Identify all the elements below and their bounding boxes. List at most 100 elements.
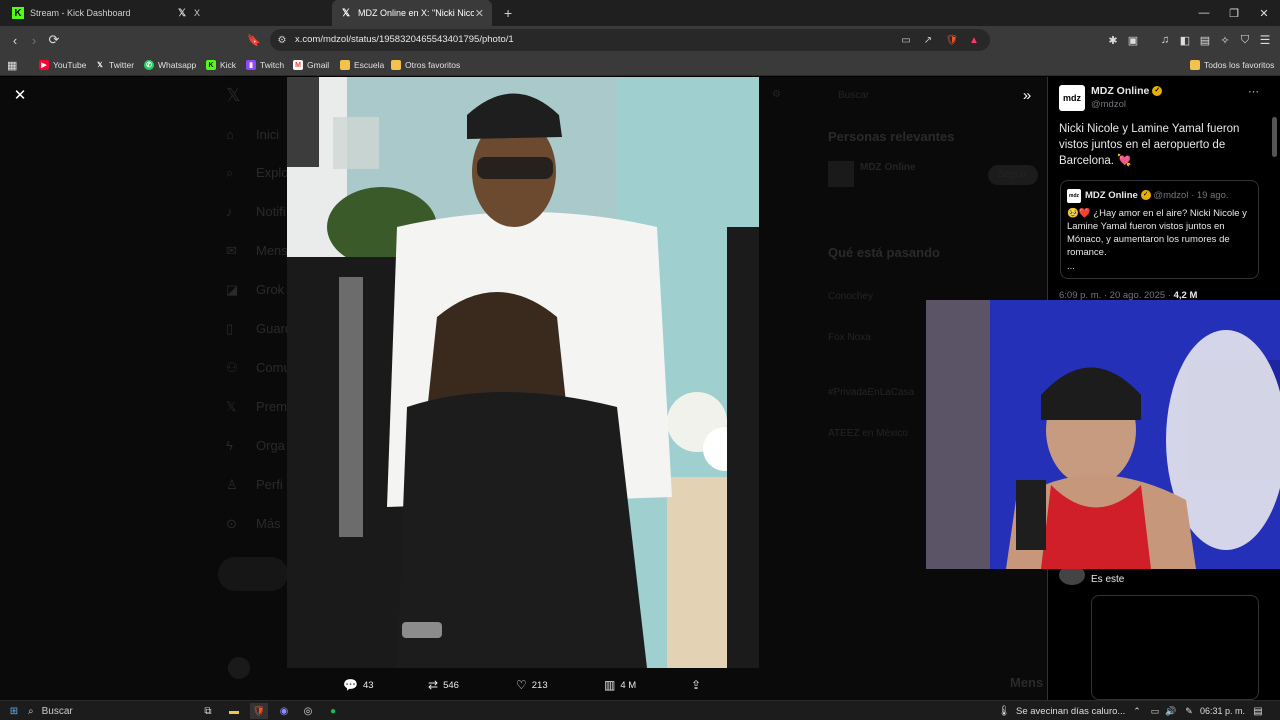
sidebar-icon[interactable]: ◧: [1176, 31, 1194, 49]
quoted-tweet[interactable]: mdz MDZ Online ✓ @mdzol · 19 ago. 🥹❤️ ¿Ha…: [1060, 180, 1259, 279]
tab-strip: K Stream - Kick Dashboard 𝕏 X 𝕏 MDZ Onli…: [0, 0, 1280, 26]
author-name-row[interactable]: MDZ Online ✓: [1091, 85, 1163, 97]
apps-grid-icon[interactable]: ▦: [7, 58, 17, 72]
task-view-icon[interactable]: ⧉: [200, 703, 216, 719]
extensions-icon[interactable]: ✱: [1104, 31, 1122, 49]
ghost-nav-item: Grok: [256, 282, 285, 297]
verified-badge-icon: ✓: [1140, 190, 1151, 201]
media-icon[interactable]: ♫: [1156, 31, 1174, 49]
reload-icon[interactable]: ⟳: [45, 31, 63, 49]
brave-rewards-icon[interactable]: ▲: [966, 32, 982, 48]
minimize-icon[interactable]: —: [1188, 0, 1220, 26]
repost-count: 546: [443, 679, 459, 691]
expand-panel-icon[interactable]: »: [1018, 87, 1036, 105]
tab-kick-dashboard[interactable]: K Stream - Kick Dashboard: [4, 0, 168, 26]
grok-icon: ◪: [226, 282, 239, 297]
bell-icon: ♪: [226, 204, 233, 219]
photo-illustration: [287, 77, 759, 668]
search-icon: ⌕: [28, 705, 34, 717]
menu-icon[interactable]: ☰: [1256, 31, 1274, 49]
cast-icon[interactable]: ▭: [898, 32, 914, 48]
forward-icon[interactable]: ›: [25, 31, 43, 49]
brave-browser-icon[interactable]: 🛡: [250, 703, 268, 719]
bookmark-all-favorites[interactable]: Todos los favoritos: [1190, 58, 1274, 72]
restore-icon[interactable]: ❐: [1218, 0, 1250, 26]
bookmark-icon: ▯: [226, 321, 234, 336]
quote-author: MDZ Online: [1085, 190, 1138, 201]
bookmark-twitter[interactable]: 𝕏 Twitter: [95, 58, 134, 72]
close-tab-icon[interactable]: ✕: [475, 7, 484, 20]
tweet-photo[interactable]: [287, 77, 759, 668]
file-explorer-icon[interactable]: ▬: [226, 703, 242, 719]
obs-icon[interactable]: ◎: [300, 703, 316, 719]
leo-ai-icon[interactable]: ✧: [1216, 31, 1234, 49]
address-bar[interactable]: ⚙ x.com/mdzol/status/1958320465543401795…: [270, 29, 990, 51]
share-button[interactable]: ⇪: [691, 677, 706, 693]
close-viewer-icon[interactable]: ✕: [12, 88, 28, 104]
bookmark-youtube[interactable]: ▶ YouTube: [39, 58, 86, 72]
gmail-icon: M: [293, 60, 303, 70]
discord-icon[interactable]: ◉: [276, 703, 292, 719]
ghost-nav-item: Perfi: [256, 477, 283, 492]
pen-icon[interactable]: ✎: [1182, 703, 1196, 719]
reply-media[interactable]: [1091, 595, 1259, 700]
notifications-icon[interactable]: ▤: [1250, 703, 1266, 719]
tab-title: Stream - Kick Dashboard: [30, 8, 131, 18]
ghost-nav-item: Orga: [256, 438, 285, 453]
bookmark-icon[interactable]: 🔖: [245, 31, 263, 49]
author-handle[interactable]: @mdzol: [1091, 99, 1126, 110]
communities-icon: ⚇: [226, 360, 238, 375]
share-icon[interactable]: ↗: [920, 32, 936, 48]
bookmark-gmail[interactable]: M Gmail: [293, 58, 329, 72]
windows-start-icon[interactable]: ⊞: [6, 703, 22, 719]
ghost-follow-label: Seguir: [998, 169, 1027, 180]
search-icon: ⌕: [226, 165, 234, 180]
x-logo-icon: 𝕏: [226, 85, 241, 105]
screenshot-icon[interactable]: ▣: [1124, 31, 1142, 49]
tab-mdz-tweet[interactable]: 𝕏 MDZ Online en X: "Nicki Nicole y ✕: [332, 0, 492, 26]
vpn-icon[interactable]: ⛉: [1236, 31, 1254, 49]
ghost-nav-item: Prem: [256, 399, 288, 414]
new-tab-button[interactable]: +: [496, 0, 516, 26]
webcam-overlay: [926, 300, 1280, 569]
close-window-icon[interactable]: ✕: [1248, 0, 1280, 26]
profile-icon: ♙: [226, 477, 238, 492]
like-button[interactable]: ♡ 213: [516, 677, 548, 693]
navigation-bar: ‹ › ⟳ 🔖 ⚙ x.com/mdzol/status/19583204655…: [0, 26, 1280, 54]
ghost-nav-item: Inici: [256, 127, 280, 142]
ghost-post-button: [218, 557, 288, 591]
bookmark-label: Whatsapp: [158, 60, 197, 70]
twitch-icon: ▮: [246, 60, 256, 70]
reply-button[interactable]: 💬 43: [343, 677, 374, 693]
author-name: MDZ Online: [1091, 85, 1150, 97]
site-settings-icon[interactable]: ⚙: [274, 32, 290, 48]
brave-shield-icon[interactable]: 🛡: [944, 32, 960, 48]
repost-button[interactable]: ⇄ 546: [428, 677, 459, 693]
bookmark-otros-favoritos[interactable]: Otros favoritos: [391, 58, 460, 72]
avatar[interactable]: mdz: [1059, 85, 1085, 111]
spotify-icon[interactable]: ●: [325, 703, 341, 719]
tray-chevron-icon[interactable]: ⌃: [1130, 703, 1144, 719]
tab-x[interactable]: 𝕏 X: [168, 0, 328, 26]
views-button[interactable]: ▥ 4 M: [604, 677, 636, 693]
taskbar-search[interactable]: ⌕ Buscar: [28, 703, 178, 719]
volume-icon[interactable]: 🔊: [1164, 703, 1178, 719]
bookmark-whatsapp[interactable]: ✆ Whatsapp: [144, 58, 196, 72]
folder-icon: [391, 60, 401, 70]
back-icon[interactable]: ‹: [6, 31, 24, 49]
premium-icon: 𝕏: [226, 399, 237, 414]
ghost-relevant-name: MDZ Online: [860, 162, 916, 173]
clock[interactable]: 06:31 p. m.: [1200, 703, 1245, 719]
weather-text[interactable]: Se avecinan días caluro...: [1016, 703, 1125, 719]
bookmark-escuela[interactable]: Escuela: [340, 58, 384, 72]
bookmark-twitch[interactable]: ▮ Twitch: [246, 58, 284, 72]
scrollbar-thumb[interactable]: [1272, 117, 1277, 157]
heart-icon: ♡: [516, 678, 527, 692]
wallet-icon[interactable]: ▤: [1196, 31, 1214, 49]
reply-icon: 💬: [343, 678, 358, 692]
bookmark-label: Otros favoritos: [405, 60, 461, 70]
view-count: 4 M: [620, 679, 637, 691]
more-options-icon[interactable]: ⋯: [1248, 85, 1259, 98]
bookmark-kick[interactable]: K Kick: [206, 58, 236, 72]
network-icon[interactable]: ▭: [1148, 703, 1162, 719]
